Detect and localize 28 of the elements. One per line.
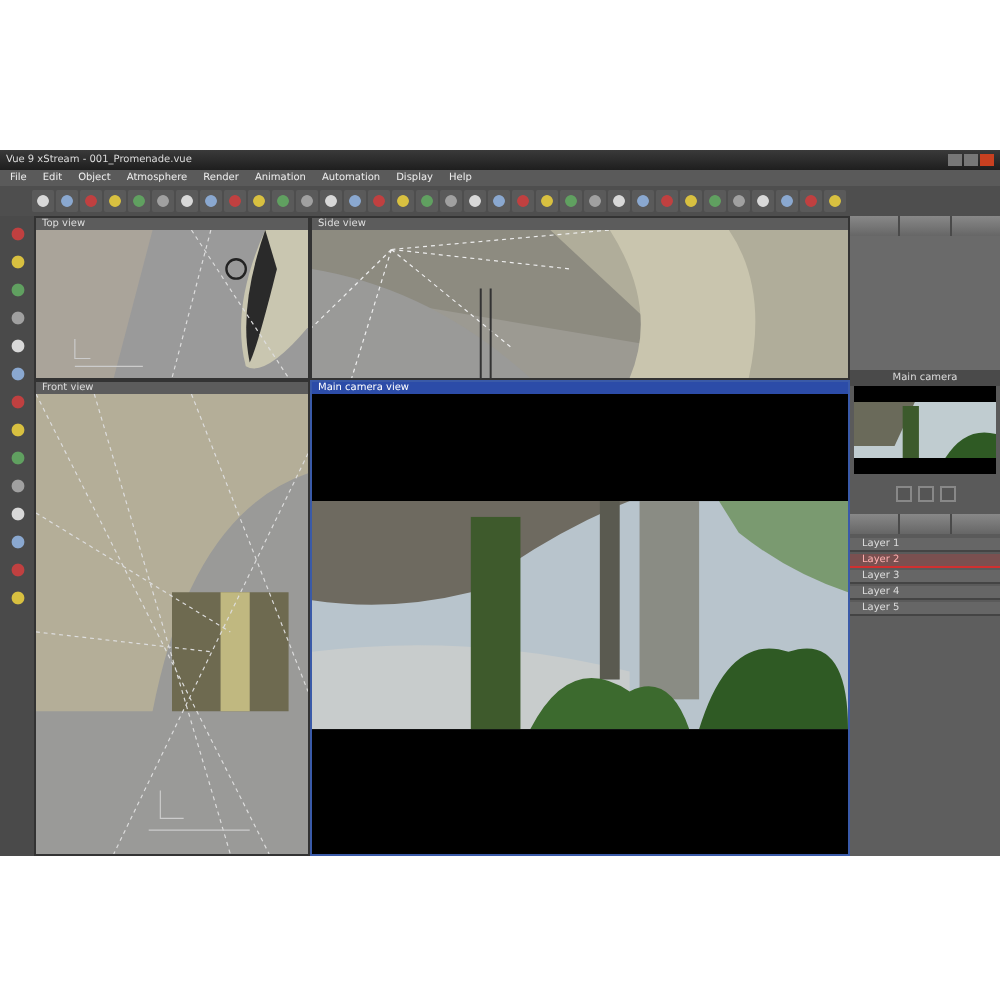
toolbar-button[interactable]: [776, 190, 798, 212]
toolbar-button[interactable]: [728, 190, 750, 212]
toolbar-button[interactable]: [464, 190, 486, 212]
toolbar-button[interactable]: [416, 190, 438, 212]
toolbar-button[interactable]: [584, 190, 606, 212]
toolbar-button[interactable]: [296, 190, 318, 212]
toolbar-button[interactable]: [608, 190, 630, 212]
toolbar-button[interactable]: [152, 190, 174, 212]
toolbar-button[interactable]: [272, 190, 294, 212]
toolbar-button[interactable]: [536, 190, 558, 212]
toolbar-button[interactable]: [752, 190, 774, 212]
toolbar-button[interactable]: [824, 190, 846, 212]
toolbar-button[interactable]: [248, 190, 270, 212]
toolbar-button[interactable]: [632, 190, 654, 212]
toolbar-button[interactable]: [680, 190, 702, 212]
toolbar-button[interactable]: [128, 190, 150, 212]
toolbar-button[interactable]: [704, 190, 726, 212]
toolbar-button[interactable]: [176, 190, 198, 212]
toolbar-button[interactable]: [32, 190, 54, 212]
toolbar-button[interactable]: [320, 190, 342, 212]
toolbar-button[interactable]: [56, 190, 78, 212]
toolbar-button[interactable]: [104, 190, 126, 212]
toolbar-button[interactable]: [392, 190, 414, 212]
toolbar-button[interactable]: [560, 190, 582, 212]
toolbar-button[interactable]: [488, 190, 510, 212]
toolbar-button[interactable]: [200, 190, 222, 212]
toolbar-button[interactable]: [440, 190, 462, 212]
toolbar-button[interactable]: [344, 190, 366, 212]
